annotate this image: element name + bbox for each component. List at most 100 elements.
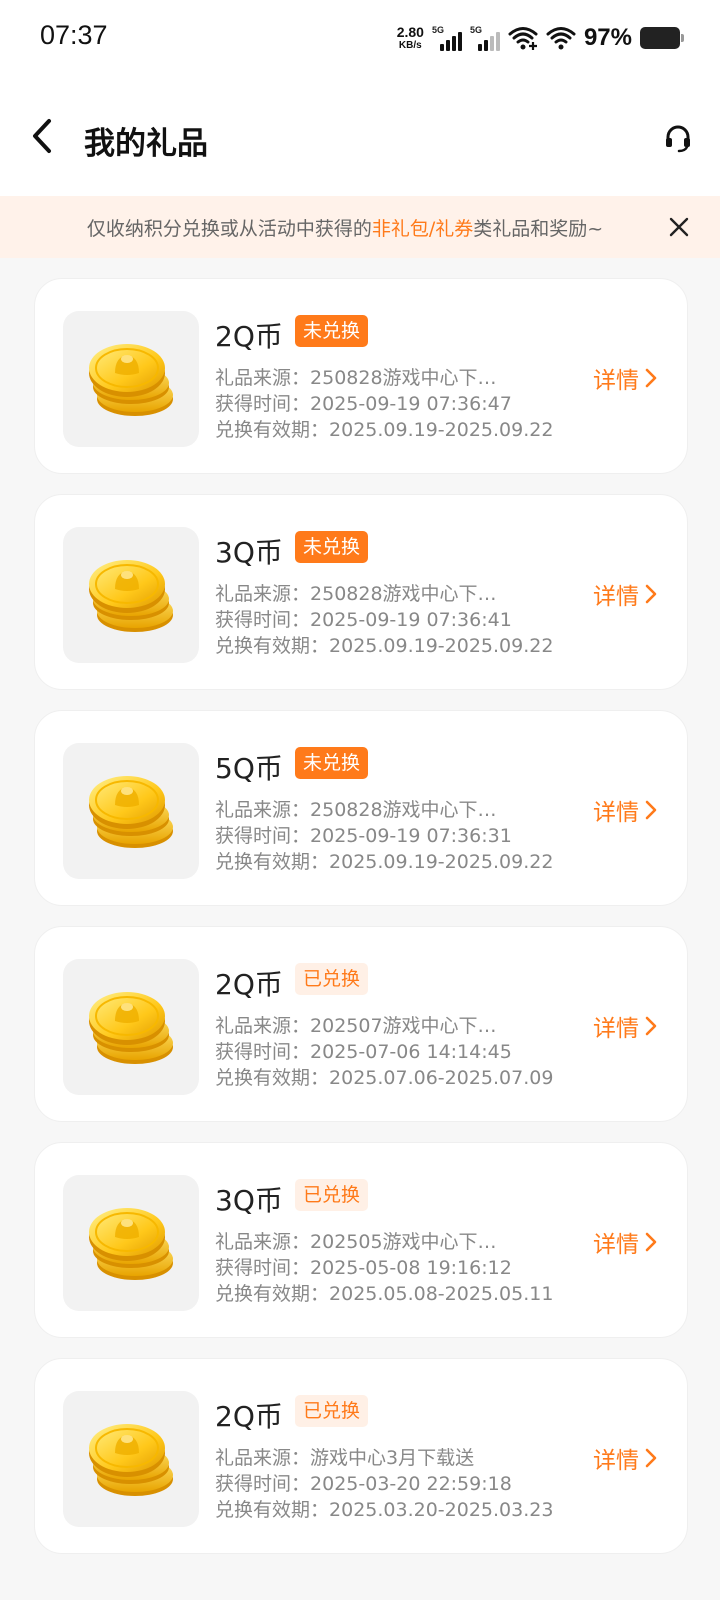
- gift-name: 3Q币: [215, 1184, 283, 1217]
- gift-validity-value: 2025.03.20-2025.03.23: [329, 1499, 554, 1521]
- chevron-right-icon: [645, 800, 657, 820]
- wifi-hotspot-icon: [508, 27, 538, 50]
- battery-percentage: 97%: [583, 24, 632, 51]
- chevron-right-icon: [645, 1016, 657, 1036]
- gift-time-value: 2025-09-19 07:36:41: [310, 609, 512, 631]
- headset-icon: [666, 125, 690, 153]
- network-speed-value: 2.80: [396, 24, 424, 40]
- page-title: 我的礼品: [84, 126, 208, 162]
- q-coin-icon: [89, 776, 173, 848]
- gift-validity-label: 兑换有效期：: [215, 1067, 330, 1089]
- gift-time-value: 2025-03-20 22:59:18: [310, 1473, 512, 1495]
- notice-prefix: 仅收纳积分兑换或从活动中获得的: [86, 218, 372, 240]
- gift-time: 获得时间：2025-09-19 07:36:31: [215, 821, 512, 848]
- gift-validity: 兑换有效期：2025.07.06-2025.07.09: [215, 1063, 553, 1090]
- gift-time: 获得时间：2025-05-08 19:16:12: [215, 1253, 512, 1280]
- notice-banner: 仅收纳积分兑换或从活动中获得的非礼包/礼券类礼品和奖励~: [0, 196, 720, 258]
- gift-source: 礼品来源：250828游戏中心下…: [215, 579, 497, 606]
- detail-label: 详情: [593, 368, 639, 394]
- detail-link[interactable]: 详情: [593, 1225, 657, 1259]
- close-icon: [669, 217, 689, 237]
- page-header: 我的礼品: [0, 78, 720, 196]
- status-badge: 已兑换: [295, 1179, 369, 1211]
- chevron-right-icon: [645, 584, 657, 604]
- detail-link[interactable]: 详情: [593, 1441, 657, 1475]
- chevron-right-icon: [645, 1232, 657, 1252]
- network-speed: 2.80 KB/s: [397, 25, 424, 51]
- detail-label: 详情: [593, 1448, 639, 1474]
- gift-source: 礼品来源：250828游戏中心下…: [215, 363, 497, 390]
- gift-thumbnail: [63, 1391, 199, 1527]
- gift-validity: 兑换有效期：2025.05.08-2025.05.11: [215, 1279, 553, 1306]
- status-badge: 未兑换: [295, 531, 369, 563]
- detail-link[interactable]: 详情: [593, 361, 657, 395]
- gift-source-value: 250828游戏中心下…: [310, 583, 497, 605]
- gift-time: 获得时间：2025-03-20 22:59:18: [215, 1469, 512, 1496]
- gift-thumbnail: [63, 527, 199, 663]
- gift-validity-label: 兑换有效期：: [215, 419, 330, 441]
- gift-validity-value: 2025.09.19-2025.09.22: [329, 419, 554, 441]
- gift-thumbnail: [63, 1175, 199, 1311]
- gift-source-value: 250828游戏中心下…: [310, 799, 497, 821]
- gift-validity-label: 兑换有效期：: [215, 1499, 330, 1521]
- gift-name: 3Q币: [215, 536, 283, 569]
- q-coin-icon: [89, 1424, 173, 1496]
- gift-validity: 兑换有效期：2025.09.19-2025.09.22: [215, 631, 553, 658]
- status-badge: 未兑换: [295, 747, 369, 779]
- network-speed-unit: KB/s: [398, 40, 422, 51]
- gift-time: 获得时间：2025-09-19 07:36:41: [215, 605, 512, 632]
- gift-name: 2Q币: [215, 1400, 283, 1433]
- gift-validity: 兑换有效期：2025.03.20-2025.03.23: [215, 1495, 553, 1522]
- gift-source-value: 游戏中心3月下载送: [310, 1447, 475, 1469]
- gift-time-value: 2025-09-19 07:36:47: [310, 393, 512, 415]
- gift-validity-label: 兑换有效期：: [215, 851, 330, 873]
- gift-thumbnail: [63, 743, 199, 879]
- gift-thumbnail: [63, 311, 199, 447]
- status-badge: 已兑换: [295, 963, 369, 995]
- detail-label: 详情: [593, 1016, 639, 1042]
- gift-name: 2Q币: [215, 968, 283, 1001]
- gift-card: 3Q币 未兑换 礼品来源：250828游戏中心下… 获得时间：2025-09-1…: [34, 494, 688, 690]
- gift-time-value: 2025-07-06 14:14:45: [310, 1041, 512, 1063]
- gift-name: 5Q币: [215, 752, 283, 785]
- battery-icon: [640, 27, 684, 49]
- gift-source-value: 250828游戏中心下…: [310, 367, 497, 389]
- gift-source-label: 礼品来源：: [215, 1015, 311, 1037]
- gift-time-label: 获得时间：: [215, 609, 311, 631]
- gift-time: 获得时间：2025-07-06 14:14:45: [215, 1037, 512, 1064]
- gift-card: 2Q币 已兑换 礼品来源： 202507游戏中心下… 获得时间：2025-07-…: [34, 926, 688, 1122]
- gift-time-label: 获得时间：: [215, 825, 311, 847]
- gift-validity-label: 兑换有效期：: [215, 635, 330, 657]
- q-coin-icon: [89, 992, 173, 1064]
- q-coin-icon: [89, 1208, 173, 1280]
- cell-signal-icon: 5G: [432, 25, 462, 51]
- gift-source-label: 礼品来源：: [215, 799, 311, 821]
- gift-source: 礼品来源：202505游戏中心下…: [215, 1227, 497, 1254]
- notice-highlight: 非礼包/礼券: [371, 218, 474, 240]
- gift-source-label: 礼品来源：: [215, 1447, 311, 1469]
- notice-suffix: 类礼品和奖励~: [473, 218, 604, 240]
- customer-service-button[interactable]: [658, 118, 698, 158]
- detail-link[interactable]: 详情: [593, 793, 657, 827]
- gift-validity-label: 兑换有效期：: [215, 1283, 330, 1305]
- gift-time-value: 2025-05-08 19:16:12: [310, 1257, 512, 1279]
- back-button[interactable]: [22, 114, 62, 158]
- detail-link[interactable]: 详情: [593, 1009, 657, 1043]
- detail-link[interactable]: 详情: [593, 577, 657, 611]
- gift-time-label: 获得时间：: [215, 1473, 311, 1495]
- gift-source: 礼品来源： 202507游戏中心下…: [215, 1011, 497, 1038]
- notice-close-button[interactable]: [662, 210, 696, 244]
- chevron-right-icon: [645, 368, 657, 388]
- cell-signal-icon: 5G: [470, 25, 500, 51]
- gift-validity-value: 2025.07.06-2025.07.09: [329, 1067, 554, 1089]
- status-badge: 未兑换: [295, 315, 369, 347]
- gift-card: 5Q币 未兑换 礼品来源：250828游戏中心下… 获得时间：2025-09-1…: [34, 710, 688, 906]
- gift-source-label: 礼品来源：: [215, 367, 311, 389]
- q-coin-icon: [89, 344, 173, 416]
- status-time: 07:37: [40, 20, 108, 50]
- q-coin-icon: [89, 560, 173, 632]
- chevron-right-icon: [645, 1448, 657, 1468]
- gift-validity-value: 2025.05.08-2025.05.11: [329, 1283, 554, 1305]
- gift-time-label: 获得时间：: [215, 1041, 311, 1063]
- gift-card: 2Q币 已兑换 礼品来源：游戏中心3月下载送 获得时间：2025-03-20 2…: [34, 1358, 688, 1554]
